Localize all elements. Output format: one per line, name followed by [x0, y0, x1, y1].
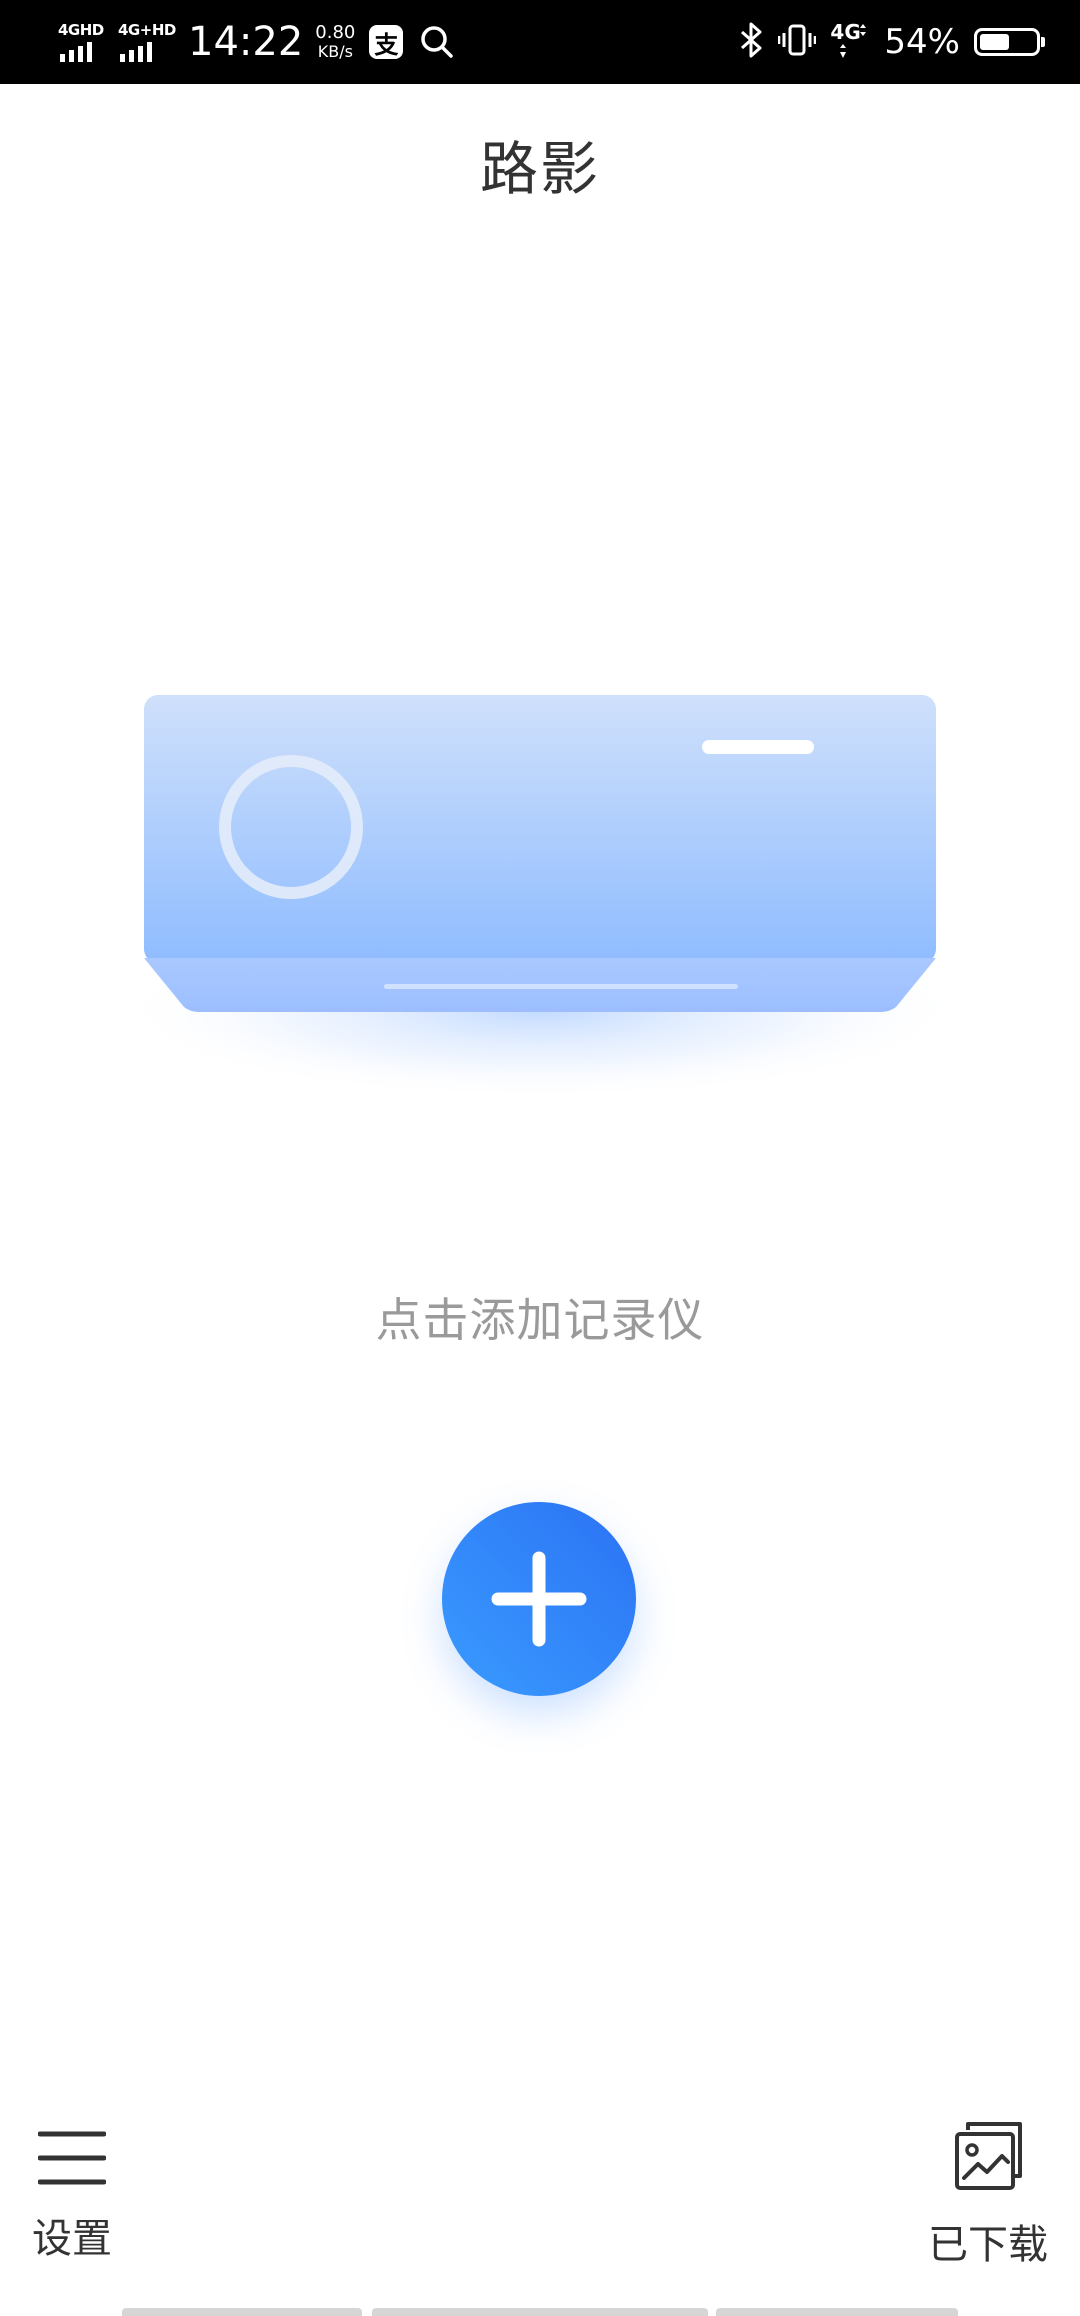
signal-label-sim2: 4G+HD	[118, 21, 176, 39]
battery-percent: 54%	[884, 22, 960, 62]
network-speed: 0.80 KB/s	[315, 23, 355, 61]
gesture-bar-center	[372, 2308, 708, 2316]
gesture-bar-right	[716, 2308, 958, 2316]
signal-indicator-sim1: 4GHD	[58, 22, 106, 62]
status-bar-left: 4GHD 4G+HD 14:22 0.80 KB/s 支	[58, 0, 455, 84]
page-title: 路影	[479, 135, 600, 203]
status-bar-right: 4G 54%	[724, 0, 1045, 84]
alipay-icon: 支	[369, 25, 404, 59]
data-4g-icon: 4G	[830, 22, 870, 62]
menu-icon	[38, 2131, 106, 2185]
network-speed-unit: KB/s	[317, 42, 353, 61]
nav-settings-button[interactable]: 设置	[24, 2120, 120, 2262]
network-speed-value: 0.80	[315, 22, 356, 43]
status-time: 14:22	[188, 19, 304, 65]
app-screen: 4GHD 4G+HD 14:22 0.80 KB/s 支 4G 54% 路影 点…	[0, 0, 1080, 2316]
signal-indicator-sim2: 4G+HD	[118, 22, 176, 62]
signal-label-sim1: 4GHD	[58, 21, 104, 39]
bluetooth-icon	[738, 22, 764, 62]
battery-icon	[974, 28, 1045, 56]
nav-downloaded-button[interactable]: 已下载	[922, 2120, 1054, 2268]
nav-settings-label: 设置	[32, 2216, 112, 2262]
nav-downloaded-label: 已下载	[928, 2222, 1048, 2268]
status-bar: 4GHD 4G+HD 14:22 0.80 KB/s 支 4G 54%	[0, 0, 1080, 84]
vibrate-icon	[778, 22, 817, 62]
add-recorder-button[interactable]	[442, 1502, 636, 1696]
battery-level-fill	[980, 34, 1009, 50]
dashcam-device-illustration	[90, 640, 990, 1120]
add-recorder-hint[interactable]: 点击添加记录仪	[0, 1284, 1080, 1350]
search-icon	[419, 24, 455, 60]
gallery-icon	[955, 2122, 1022, 2190]
plus-icon	[491, 1551, 587, 1647]
signal-bars-icon	[120, 42, 152, 62]
signal-bars-icon	[60, 42, 92, 62]
gesture-bar-left	[122, 2308, 362, 2316]
